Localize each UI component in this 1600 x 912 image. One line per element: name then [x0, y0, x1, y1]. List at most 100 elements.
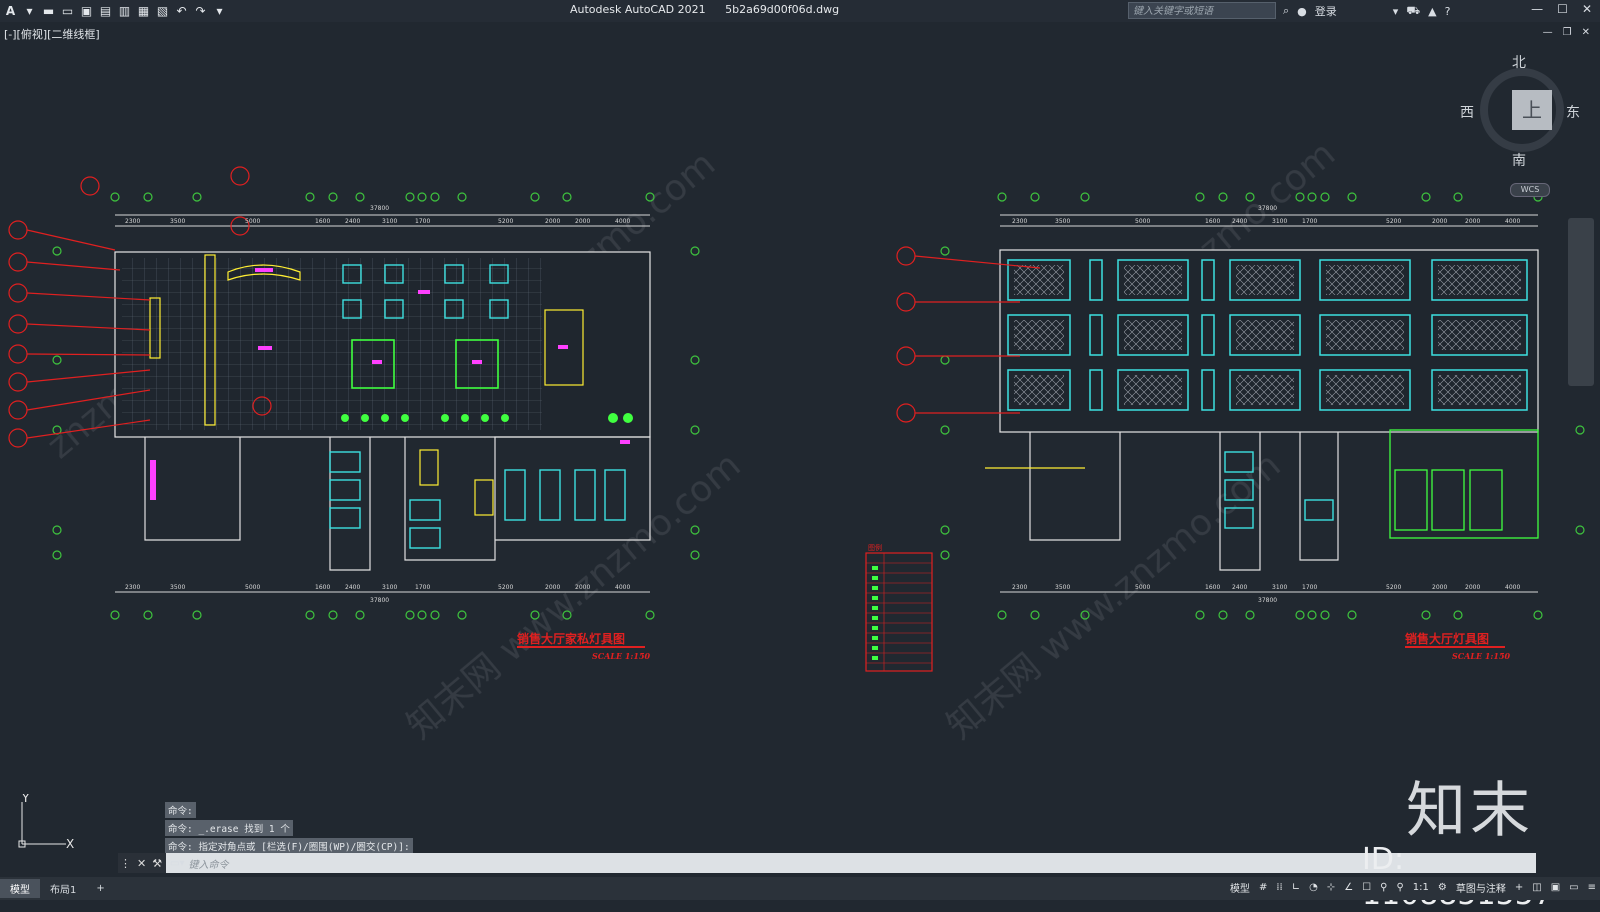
svg-text:1700: 1700 — [415, 584, 430, 591]
svg-text:2000: 2000 — [1432, 584, 1447, 591]
drawing-canvas[interactable]: znzmo.com znzmo.com znzmo.com 知末网 www.zn… — [0, 40, 1600, 852]
add-layout-icon[interactable]: + — [86, 881, 114, 896]
grid-icon[interactable]: # — [1259, 882, 1267, 893]
svg-text:2400: 2400 — [345, 584, 360, 591]
close-icon[interactable]: ✕ — [1582, 2, 1592, 16]
command-recent-icon[interactable]: ▭▾ — [166, 858, 184, 869]
svg-text:1600: 1600 — [315, 584, 330, 591]
watermark-layer: znzmo.com znzmo.com znzmo.com 知末网 www.zn… — [39, 133, 1343, 746]
user-icon[interactable]: ● — [1297, 5, 1307, 18]
saveas-icon[interactable]: ▤ — [99, 4, 112, 18]
redo-icon[interactable]: ↷ — [194, 4, 207, 18]
minimize-icon[interactable]: — — [1531, 2, 1543, 16]
svg-text:5200: 5200 — [498, 584, 513, 591]
search-icon[interactable]: ⌕ — [1283, 4, 1289, 18]
compass-east[interactable]: 东 — [1566, 102, 1580, 122]
svg-text:2000: 2000 — [1465, 584, 1480, 591]
navigation-bar[interactable] — [1568, 218, 1594, 386]
doc-restore-icon[interactable]: ❐ — [1563, 27, 1572, 38]
auto-scale-icon[interactable]: ⚲ — [1396, 882, 1403, 893]
plus-icon[interactable]: + — [1515, 882, 1523, 893]
autocad-logo-icon[interactable]: A — [4, 4, 17, 18]
viewcube[interactable]: 上 北 南 西 东 — [1460, 55, 1580, 169]
ucs-x-label: X — [66, 837, 74, 851]
drawing-window-controls: — ❐ ✕ — [1543, 27, 1590, 38]
svg-text:2300: 2300 — [125, 584, 140, 591]
file-name: 5b2a69d00f06d.dwg — [725, 3, 840, 16]
status-tools: 模型 # ⁞⁞ ∟ ◔ ⊹ ∠ ☐ ⚲ ⚲ 1:1 ⚙ 草图与注释 + ◫ ▣ … — [1230, 880, 1596, 895]
close-command-icon[interactable]: ✕ — [137, 857, 146, 870]
polar-icon[interactable]: ◔ — [1309, 882, 1318, 893]
customization-menu-icon[interactable]: ≡ — [1588, 882, 1596, 893]
svg-text:4000: 4000 — [1505, 218, 1520, 225]
svg-text:5200: 5200 — [498, 218, 513, 225]
undo-icon[interactable]: ↶ — [175, 4, 188, 18]
cart-icon[interactable]: ⛟ — [1406, 4, 1420, 19]
right-floor-plan: 2300 3500 5000 1600 2400 3100 1700 5200 2000 2000… — [896, 192, 1585, 661]
command-line[interactable]: ⋮ ✕ ⚒ ▭▾ 键入命令 — [118, 853, 1536, 873]
command-input[interactable]: 键入命令 — [184, 856, 228, 871]
search-input[interactable]: 键入关键字或短语 — [1128, 2, 1276, 19]
otrack-icon[interactable]: ∠ — [1344, 882, 1353, 893]
chevron-down-icon[interactable]: ▾ — [1393, 5, 1399, 18]
svg-text:2300: 2300 — [1012, 218, 1027, 225]
svg-text:1600: 1600 — [315, 218, 330, 225]
osnap-icon[interactable]: ⊹ — [1327, 882, 1335, 893]
selection-cycling-icon[interactable]: ☐ — [1362, 882, 1371, 893]
left-drawing-scale: SCALE 1:150 — [592, 651, 651, 661]
customize-icon[interactable]: ▾ — [213, 4, 226, 18]
svg-text:5200: 5200 — [1386, 584, 1401, 591]
plot-preview-icon[interactable]: ▥ — [118, 4, 131, 18]
viewcube-face[interactable]: 上 — [1512, 90, 1552, 130]
gear-icon[interactable]: ⚙ — [1438, 882, 1447, 893]
svg-text:3100: 3100 — [1272, 584, 1287, 591]
open-icon[interactable]: ▭ — [61, 4, 74, 18]
help-icon[interactable]: ? — [1445, 5, 1451, 18]
svg-text:2300: 2300 — [1012, 584, 1027, 591]
compass-south[interactable]: 南 — [1512, 150, 1526, 170]
tab-layout1[interactable]: 布局1 — [40, 879, 86, 898]
grip-icon[interactable]: ⋮ — [120, 857, 131, 870]
svg-text:5000: 5000 — [1135, 218, 1150, 225]
right-total-dim: 37800 — [1258, 205, 1277, 212]
svg-text:2000: 2000 — [1465, 218, 1480, 225]
annotation-scale[interactable]: 1:1 — [1413, 882, 1429, 893]
svg-text:3100: 3100 — [1272, 218, 1287, 225]
svg-text:2000: 2000 — [575, 218, 590, 225]
compass-west[interactable]: 西 — [1460, 102, 1474, 122]
model-space-button[interactable]: 模型 — [1230, 880, 1250, 895]
doc-close-icon[interactable]: ✕ — [1582, 27, 1590, 38]
window-controls: — ☐ ✕ — [1531, 2, 1592, 16]
wcs-menu[interactable]: WCS — [1510, 183, 1550, 197]
login-button[interactable]: 登录 — [1315, 3, 1337, 19]
ortho-icon[interactable]: ∟ — [1292, 882, 1300, 893]
svg-text:5200: 5200 — [1386, 218, 1401, 225]
svg-text:1600: 1600 — [1205, 584, 1220, 591]
hardware-accel-icon[interactable]: ▣ — [1551, 882, 1560, 893]
svg-text:37800: 37800 — [370, 597, 389, 604]
maximize-icon[interactable]: ☐ — [1557, 2, 1568, 16]
clean-screen-icon[interactable]: ▭ — [1569, 882, 1578, 893]
doc-minimize-icon[interactable]: — — [1543, 27, 1553, 38]
dropdown-icon[interactable]: ▾ — [23, 4, 36, 18]
watermark-brand: 知末 — [1406, 776, 1534, 846]
svg-text:4000: 4000 — [1505, 584, 1520, 591]
title-bar: A ▾ ▬ ▭ ▣ ▤ ▥ ▦ ▧ ↶ ↷ ▾ Autodesk AutoCAD… — [0, 0, 1600, 22]
isolate-icon[interactable]: ◫ — [1532, 882, 1541, 893]
annotation-visibility-icon[interactable]: ⚲ — [1380, 882, 1387, 893]
svg-text:2400: 2400 — [345, 218, 360, 225]
svg-text:知末网 www.znzmo.com: 知末网 www.znzmo.com — [939, 445, 1288, 747]
new-icon[interactable]: ▬ — [42, 4, 55, 18]
compass-north[interactable]: 北 — [1512, 52, 1526, 72]
wrench-icon[interactable]: ⚒ — [152, 857, 162, 870]
autodesk-app-icon[interactable]: ▲ — [1428, 5, 1436, 18]
save-icon[interactable]: ▣ — [80, 4, 93, 18]
svg-text:2400: 2400 — [1232, 584, 1247, 591]
snap-icon[interactable]: ⁞⁞ — [1276, 882, 1282, 893]
publish-icon[interactable]: ▦ — [137, 4, 150, 18]
tab-model[interactable]: 模型 — [0, 879, 40, 898]
workspace-switch[interactable]: 草图与注释 — [1456, 880, 1506, 895]
svg-text:37800: 37800 — [1258, 597, 1277, 604]
print-icon[interactable]: ▧ — [156, 4, 169, 18]
svg-text:1700: 1700 — [1302, 584, 1317, 591]
